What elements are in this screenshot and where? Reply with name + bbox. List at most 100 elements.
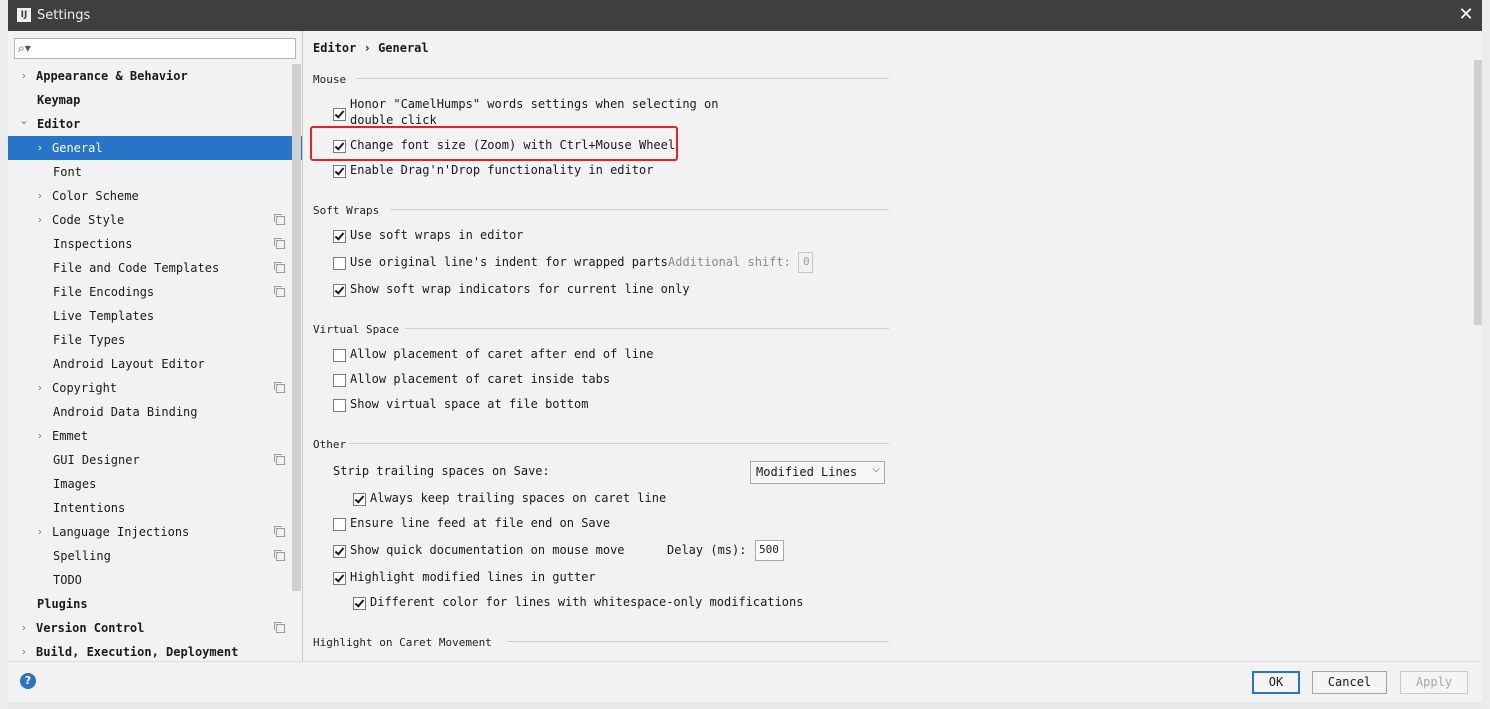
sidebar-item-version-control[interactable]: › Version Control <box>8 616 302 640</box>
sidebar-item-label: Font <box>53 165 82 179</box>
caret-inside-tabs-checkbox[interactable] <box>333 374 346 387</box>
section-divider <box>390 209 889 210</box>
caret-inside-tabs-checkbox-row[interactable]: Allow placement of caret inside tabs <box>333 371 633 391</box>
chevron-right-icon[interactable]: › <box>34 208 46 232</box>
breadcrumb-separator: › <box>363 41 371 55</box>
settings-sidebar: ⌕▾ › Appearance & Behavior Keymap ⌄ Edit… <box>8 31 302 661</box>
highlight-modified-checkbox-row[interactable]: Highlight modified lines in gutter <box>333 569 613 589</box>
sidebar-item-intentions[interactable]: Intentions <box>8 496 302 520</box>
whitespace-color-checkbox-row[interactable]: Different color for lines with whitespac… <box>353 594 813 614</box>
sidebar-item-gui-designer[interactable]: GUI Designer <box>8 448 302 472</box>
caret-after-end-checkbox-row[interactable]: Allow placement of caret after end of li… <box>333 346 653 366</box>
section-title-virtual-space: Virtual Space <box>313 323 400 336</box>
quick-doc-checkbox[interactable] <box>333 545 346 558</box>
sidebar-item-editor[interactable]: ⌄ Editor <box>8 112 302 136</box>
sidebar-item-label: Appearance & Behavior <box>36 69 188 83</box>
sidebar-item-live-templates[interactable]: Live Templates <box>8 304 302 328</box>
sidebar-item-todo[interactable]: TODO <box>8 568 302 592</box>
sidebar-item-code-style[interactable]: › Code Style <box>8 208 302 232</box>
original-indent-checkbox[interactable] <box>333 257 346 270</box>
sidebar-item-appearance-behavior[interactable]: › Appearance & Behavior <box>8 64 302 88</box>
help-icon[interactable]: ? <box>20 673 36 689</box>
sidebar-item-label: Android Layout Editor <box>53 357 205 371</box>
sidebar-item-language-injections[interactable]: › Language Injections <box>8 520 302 544</box>
chevron-right-icon[interactable]: › <box>18 616 30 640</box>
drag-drop-checkbox-row[interactable]: Enable Drag'n'Drop functionality in edit… <box>333 162 653 182</box>
sidebar-item-images[interactable]: Images <box>8 472 302 496</box>
line-feed-checkbox-row[interactable]: Ensure line feed at file end on Save <box>333 515 633 535</box>
section-title-mouse: Mouse <box>313 73 347 86</box>
search-input[interactable]: ⌕▾ <box>14 38 296 59</box>
sidebar-item-general[interactable]: › General <box>8 136 302 160</box>
soft-wraps-checkbox-row[interactable]: Use soft wraps in editor <box>333 227 533 247</box>
camel-humps-checkbox[interactable] <box>333 108 346 121</box>
whitespace-color-label: Different color for lines with whitespac… <box>370 595 804 609</box>
sidebar-item-label: Live Templates <box>53 309 155 323</box>
breadcrumb-current: General <box>378 41 429 55</box>
sidebar-item-color-scheme[interactable]: › Color Scheme <box>8 184 302 208</box>
dialog-footer: ? OK Cancel Apply <box>8 661 1482 702</box>
drag-drop-checkbox[interactable] <box>333 165 346 178</box>
camel-humps-checkbox-row[interactable]: Honor "CamelHumps" words settings when s… <box>333 97 753 129</box>
project-scope-icon <box>274 238 285 249</box>
chevron-right-icon[interactable]: › <box>34 376 46 400</box>
sidebar-item-plugins[interactable]: Plugins <box>8 592 302 616</box>
breadcrumb-parent[interactable]: Editor <box>313 41 356 55</box>
strip-trailing-value: Modified Lines <box>756 465 858 479</box>
chevron-right-icon[interactable]: › <box>34 184 46 208</box>
strip-trailing-label: Strip trailing spaces on Save: <box>333 464 550 478</box>
sidebar-item-file-code-templates[interactable]: File and Code Templates <box>8 256 302 280</box>
soft-wrap-indicators-checkbox[interactable] <box>333 284 346 297</box>
sidebar-item-inspections[interactable]: Inspections <box>8 232 302 256</box>
sidebar-item-file-types[interactable]: File Types <box>8 328 302 352</box>
soft-wraps-checkbox[interactable] <box>333 230 346 243</box>
chevron-down-icon[interactable]: ⌄ <box>18 109 30 133</box>
keep-trailing-label: Always keep trailing spaces on caret lin… <box>370 491 667 505</box>
cancel-button[interactable]: Cancel <box>1312 671 1387 694</box>
project-scope-icon <box>274 382 285 393</box>
zoom-font-label: Change font size (Zoom) with Ctrl+Mouse … <box>350 138 676 152</box>
delay-input[interactable]: 500 <box>755 540 784 561</box>
highlight-modified-checkbox[interactable] <box>333 572 346 585</box>
sidebar-item-file-encodings[interactable]: File Encodings <box>8 280 302 304</box>
chevron-right-icon[interactable]: › <box>34 136 46 160</box>
zoom-font-checkbox[interactable] <box>333 140 346 153</box>
additional-shift-input[interactable]: 0 <box>798 252 813 273</box>
quick-doc-checkbox-row[interactable]: Show quick documentation on mouse move <box>333 542 633 562</box>
project-scope-icon <box>274 262 285 273</box>
ok-button[interactable]: OK <box>1252 671 1300 694</box>
zoom-font-checkbox-row[interactable]: Change font size (Zoom) with Ctrl+Mouse … <box>333 137 676 157</box>
window-title: Settings <box>37 8 91 23</box>
sidebar-item-copyright[interactable]: › Copyright <box>8 376 302 400</box>
sidebar-item-label: Language Injections <box>52 525 190 539</box>
sidebar-item-spelling[interactable]: Spelling <box>8 544 302 568</box>
soft-wrap-indicators-checkbox-row[interactable]: Show soft wrap indicators for current li… <box>333 281 693 301</box>
sidebar-item-android-layout-editor[interactable]: Android Layout Editor <box>8 352 302 376</box>
caret-after-end-checkbox[interactable] <box>333 349 346 362</box>
additional-shift-label: Additional shift: <box>668 255 791 269</box>
sidebar-item-label: Version Control <box>36 621 145 635</box>
sidebar-item-label: Android Data Binding <box>53 405 198 419</box>
line-feed-checkbox[interactable] <box>333 518 346 531</box>
sidebar-item-emmet[interactable]: › Emmet <box>8 424 302 448</box>
section-divider <box>349 443 889 444</box>
virtual-space-bottom-checkbox-row[interactable]: Show virtual space at file bottom <box>333 396 593 416</box>
keep-trailing-checkbox[interactable] <box>353 493 366 506</box>
chevron-right-icon[interactable]: › <box>34 520 46 544</box>
original-indent-checkbox-row[interactable]: Use original line's indent for wrapped p… <box>333 254 673 274</box>
strip-trailing-select[interactable]: Modified Lines ⌵ <box>750 461 885 484</box>
keep-trailing-checkbox-row[interactable]: Always keep trailing spaces on caret lin… <box>353 490 673 510</box>
sidebar-scrollbar[interactable] <box>292 64 301 591</box>
whitespace-color-checkbox[interactable] <box>353 597 366 610</box>
chevron-right-icon[interactable]: › <box>18 64 30 88</box>
apply-button[interactable]: Apply <box>1400 671 1468 694</box>
sidebar-item-keymap[interactable]: Keymap <box>8 88 302 112</box>
sidebar-item-font[interactable]: Font <box>8 160 302 184</box>
virtual-space-bottom-checkbox[interactable] <box>333 399 346 412</box>
settings-content: Editor › General Mouse Honor "CamelHumps… <box>303 31 1482 661</box>
close-icon[interactable]: ✕ <box>1456 5 1476 25</box>
content-scrollbar[interactable] <box>1474 60 1482 325</box>
sidebar-item-android-data-binding[interactable]: Android Data Binding <box>8 400 302 424</box>
section-divider <box>507 641 889 642</box>
chevron-right-icon[interactable]: › <box>34 424 46 448</box>
